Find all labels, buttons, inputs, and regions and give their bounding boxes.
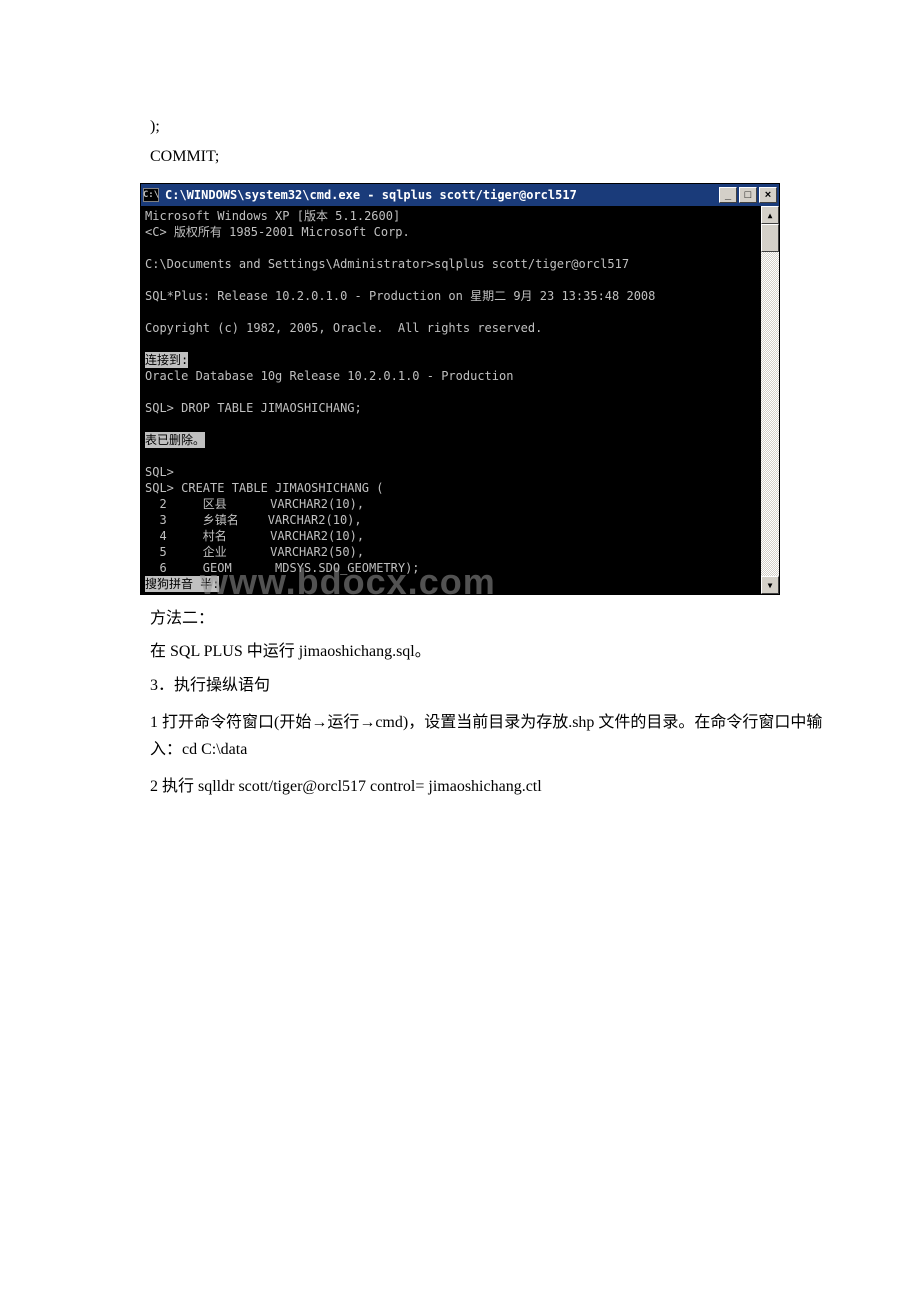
method-two-heading: 方法二： <box>150 605 840 632</box>
code-line-paren: ); <box>150 114 840 140</box>
scroll-down-button[interactable]: ▼ <box>761 576 779 594</box>
terminal-text-bot: SQL> SQL> CREATE TABLE JIMAOSHICHANG ( 2… <box>145 465 420 575</box>
code-line-commit: COMMIT; <box>150 144 840 170</box>
step-3-heading: 3．执行操纵语句 <box>150 672 840 699</box>
scroll-thumb[interactable] <box>761 224 779 252</box>
step-3-1-text: 1 打开命令符窗口(开始→运行→cmd)，设置当前目录为存放.shp 文件的目录… <box>80 709 840 763</box>
terminal-text-mid: Oracle Database 10g Release 10.2.0.1.0 -… <box>145 369 513 415</box>
cmd-icon: C:\ <box>143 188 159 202</box>
minimize-button[interactable]: _ <box>719 187 737 203</box>
step-3-2-text: 2 执行 sqlldr scott/tiger@orcl517 control=… <box>150 773 840 800</box>
vertical-scrollbar[interactable]: ▲ ▼ <box>761 206 779 594</box>
ime-indicator: 搜狗拼音 半: <box>145 576 219 592</box>
terminal-output: Microsoft Windows XP [版本 5.1.2600] <C> 版… <box>141 206 761 594</box>
connected-label: 连接到: <box>145 352 188 368</box>
cmd-window: C:\ C:\WINDOWS\system32\cmd.exe - sqlplu… <box>140 183 780 595</box>
scroll-up-button[interactable]: ▲ <box>761 206 779 224</box>
terminal-text-top: Microsoft Windows XP [版本 5.1.2600] <C> 版… <box>145 209 655 335</box>
maximize-button[interactable]: □ <box>739 187 757 203</box>
titlebar[interactable]: C:\ C:\WINDOWS\system32\cmd.exe - sqlplu… <box>141 184 779 206</box>
scroll-track[interactable] <box>761 224 779 576</box>
sqlplus-run-text: 在 SQL PLUS 中运行 jimaoshichang.sql。 <box>150 638 840 665</box>
window-title: C:\WINDOWS\system32\cmd.exe - sqlplus sc… <box>165 188 719 202</box>
close-button[interactable]: × <box>759 187 777 203</box>
table-dropped-label: 表已删除。 <box>145 432 205 448</box>
